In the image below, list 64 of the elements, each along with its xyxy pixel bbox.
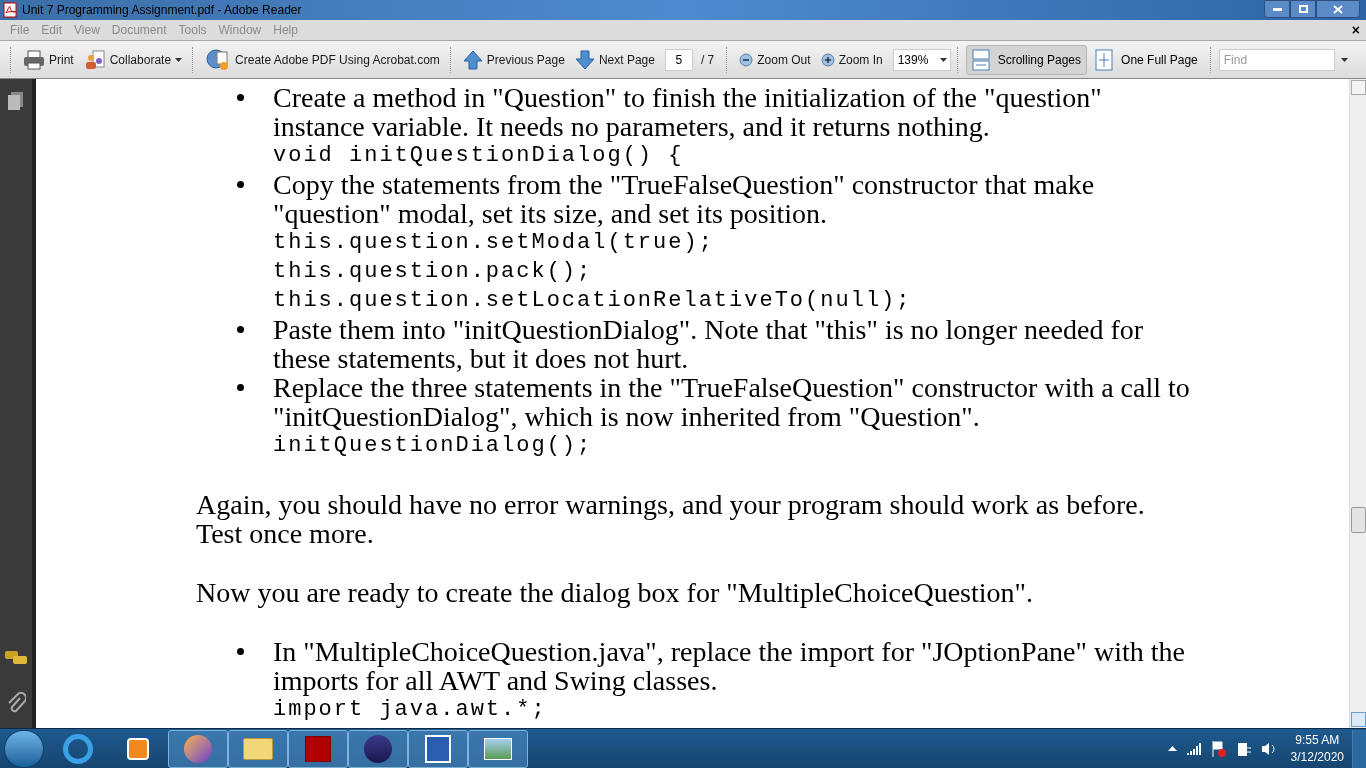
bullet-text: Create a method in "Question" to finish the initialization of the "question" instance variable. It needs no parameters, and it returns nothing.: [273, 83, 1103, 141]
code-line: import java.awt.*;: [273, 696, 547, 724]
start-button[interactable]: [4, 729, 44, 768]
bullet-text: Replace the three statements in the "TrueFalseQuestion" constructor with a call to "initQuestionDialog", which is now inherited from "Question".: [273, 373, 1191, 431]
bullet-text: Paste them into "initQuestionDialog". Note that "this" is no longer needed for these statements, but it does not hurt.: [273, 315, 1145, 373]
pdf-reader-icon[interactable]: [288, 729, 348, 768]
pages-icon[interactable]: [7, 91, 25, 111]
word-icon[interactable]: [408, 729, 468, 768]
photo-viewer-icon[interactable]: [468, 729, 528, 768]
signal-icon[interactable]: [1186, 742, 1201, 755]
minimize-button[interactable]: [1264, 0, 1290, 18]
print-button[interactable]: Print: [19, 44, 78, 75]
view-mode-button[interactable]: One Full Page: [1089, 44, 1204, 75]
close-icon: [1333, 4, 1343, 14]
bullet-icon: [237, 384, 244, 391]
eclipse-icon[interactable]: [348, 729, 408, 768]
zoom-out-button[interactable]: Zoom Out: [735, 44, 815, 75]
bullet-icon: [237, 94, 244, 101]
scrolling-pages-icon: [971, 48, 990, 71]
bullet-text: Copy the statements from the "TrueFalseQuestion" constructor that make "question" modal, set its size, and set its position.: [273, 170, 1096, 228]
paperclip-icon[interactable]: [6, 692, 26, 714]
next-page-button[interactable]: Next Page: [570, 44, 659, 75]
bullet-icon: [237, 181, 244, 188]
caret-icon: [939, 57, 947, 62]
view-mode-button[interactable]: Scrolling Pages: [965, 44, 1088, 75]
code-line: this.question.setModal(true);: [273, 229, 714, 257]
scrollbar[interactable]: [1349, 79, 1366, 728]
flag-icon[interactable]: [1210, 739, 1227, 758]
previous-page-button[interactable]: Previous Page: [458, 44, 569, 75]
printer-icon: [23, 48, 45, 71]
close-document-button[interactable]: ×: [1351, 19, 1360, 41]
close-button[interactable]: [1316, 0, 1360, 18]
full-page-icon: [1095, 48, 1114, 71]
zoom-field[interactable]: 139%: [892, 48, 951, 71]
create-pdf-button[interactable]: Create Adobe PDF Using Acrobat.com: [201, 44, 444, 75]
zoom-in-button[interactable]: Zoom In: [816, 44, 887, 75]
paragraph: Now you are ready to create the dialog box for "MultipleChoiceQuestion".: [196, 578, 1034, 607]
code-line: initQuestionDialog();: [273, 432, 593, 460]
bullet-icon: [237, 326, 244, 333]
code-line: this.question.setLocationRelativeTo(null);: [273, 287, 912, 315]
caret-icon: [175, 57, 183, 62]
window-title: Unit 7 Programming Assignment.pdf - Adobe Reader: [22, 2, 302, 19]
folder-icon[interactable]: [228, 729, 288, 768]
code-line: void initQuestionDialog() {: [273, 142, 684, 170]
code-line: this.question.pack();: [273, 258, 593, 286]
bullet-icon: [237, 648, 244, 655]
volume-icon[interactable]: [1260, 741, 1277, 756]
page-count: / 7: [700, 51, 715, 69]
paragraph: Again, you should have no error warnings, and your program should work as before. Test once more.: [196, 490, 1146, 548]
bullet-text: In "MultipleChoiceQuestion.java", replace the import for "JOptionPane" with the imports for all AWT and Swing classes.: [273, 637, 1186, 695]
restore-button[interactable]: [1290, 0, 1316, 18]
show-hidden-icons-icon[interactable]: [1167, 746, 1177, 751]
collaborate-button[interactable]: Collaborate: [79, 44, 187, 75]
pdf-icon: [2, 2, 18, 18]
find-field[interactable]: Find: [1218, 48, 1335, 71]
caret-icon: [1340, 57, 1348, 62]
people-icon: [83, 48, 106, 71]
clock-time[interactable]: 9:55 AM: [1295, 731, 1340, 749]
minus-icon: [739, 52, 754, 67]
plus-icon: [820, 52, 835, 67]
up-arrow-icon: [462, 49, 483, 70]
page-number-field[interactable]: 5: [664, 48, 693, 71]
down-arrow-icon: [574, 49, 595, 70]
clock-date[interactable]: 3/12/2020: [1290, 748, 1344, 766]
